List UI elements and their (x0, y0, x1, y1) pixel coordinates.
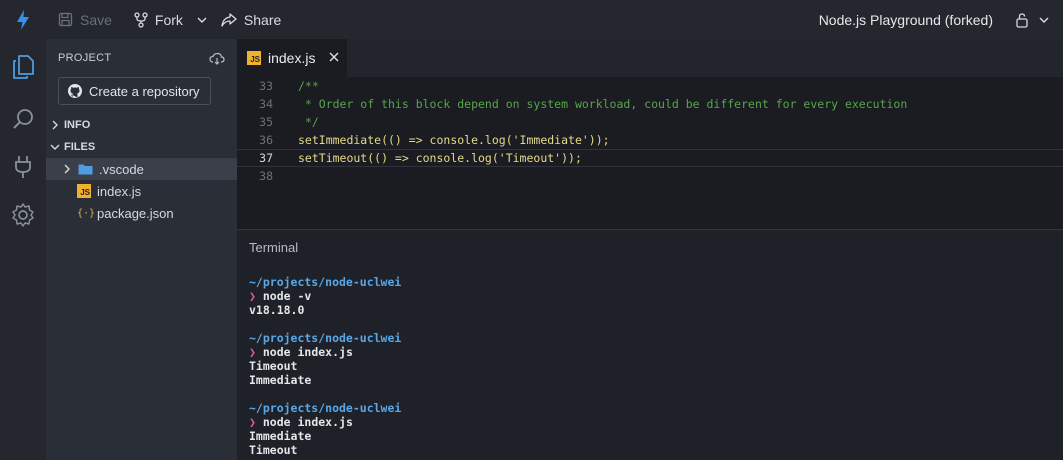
cloud-download-icon[interactable] (209, 52, 225, 65)
code-line: 33 /** (237, 77, 1063, 95)
code-text: setTimeout(() => console.log('Timeout'))… (298, 151, 582, 165)
line-number: 33 (259, 79, 273, 93)
terminal-command-line: ❯ node index.js (249, 345, 401, 359)
terminal-panel[interactable]: Terminal ~/projects/node-uclwei ❯ node -… (237, 229, 1063, 460)
terminal-path: ~/projects/node-uclwei (249, 401, 402, 415)
javascript-file-icon: JS (247, 51, 261, 65)
create-repository-label: Create a repository (89, 83, 200, 99)
editor-tab-bar: JS index.js (237, 39, 1063, 77)
terminal-output-line: Timeout (249, 359, 298, 373)
json-file-icon: {·} (77, 207, 96, 219)
lightning-logo-icon[interactable] (0, 0, 46, 39)
terminal-title: Terminal (249, 240, 299, 255)
line-number: 36 (259, 133, 273, 147)
code-text: */ (298, 115, 319, 129)
code-line: 35 */ (237, 113, 1063, 131)
terminal-output-line: Immediate (249, 429, 312, 443)
line-number: 35 (259, 115, 273, 129)
github-icon (68, 84, 82, 98)
tab-label: index.js (268, 50, 316, 66)
fork-label: Fork (154, 11, 183, 28)
code-line: 38 (237, 167, 1063, 185)
save-button[interactable]: Save (50, 0, 120, 39)
share-icon (221, 12, 237, 27)
line-number: 38 (259, 169, 273, 183)
terminal-path: ~/projects/node-uclwei (249, 331, 402, 345)
share-label: Share (243, 11, 282, 28)
file-explorer-sidebar: PROJECT Create a repository INFO FILES .… (46, 39, 237, 460)
terminal-command-line: ❯ node index.js (249, 415, 401, 429)
prompt-icon: ❯ (249, 345, 256, 359)
terminal-output-line: v18.18.0 (249, 303, 305, 317)
info-section-label: INFO (64, 119, 91, 131)
terminal-command: node index.js (262, 415, 353, 429)
code-text: setImmediate(() => console.log('Immediat… (298, 133, 610, 147)
project-title[interactable]: Node.js Playground (forked) (819, 12, 993, 28)
terminal-output-line: Timeout (249, 443, 298, 457)
tab-index-js[interactable]: JS index.js (237, 39, 347, 77)
tree-folder-vscode[interactable]: .vscode (46, 158, 237, 180)
create-repository-button[interactable]: Create a repository (58, 77, 211, 105)
terminal-output: ~/projects/node-uclwei ❯ node -v v18.18.… (249, 275, 401, 457)
lock-icon[interactable] (1015, 12, 1029, 28)
stackblitz-editor: Save Fork Share Node.js Playground (fork… (0, 0, 1063, 460)
terminal-command: node index.js (262, 345, 353, 359)
explorer-files-icon[interactable] (0, 39, 46, 95)
line-number: 34 (259, 97, 273, 111)
terminal-output-line: Immediate (249, 373, 312, 387)
code-line-current: 37 setTimeout(() => console.log('Timeout… (237, 149, 1063, 167)
code-editor[interactable]: 33 /** 34 * Order of this block depend o… (237, 77, 1063, 229)
save-label: Save (80, 11, 112, 28)
close-icon[interactable] (327, 50, 341, 64)
chevron-down-icon (197, 17, 207, 23)
fork-options-button[interactable] (191, 0, 213, 39)
files-section-toggle[interactable]: FILES (46, 136, 237, 158)
terminal-path: ~/projects/node-uclwei (249, 275, 402, 289)
chevron-right-icon (64, 164, 70, 174)
chevron-down-icon[interactable] (1039, 15, 1049, 25)
javascript-file-icon: JS (77, 184, 91, 198)
search-icon[interactable] (0, 95, 46, 143)
prompt-icon: ❯ (249, 415, 256, 429)
line-number: 37 (259, 151, 273, 165)
tree-item-label: package.json (97, 205, 174, 221)
share-button[interactable]: Share (213, 0, 289, 39)
tree-item-label: .vscode (99, 161, 144, 177)
code-text: /** (298, 79, 319, 93)
code-line: 36 setImmediate(() => console.log('Immed… (237, 131, 1063, 149)
tree-file-package-json[interactable]: {·} package.json (46, 202, 237, 224)
folder-icon (78, 164, 93, 175)
chevron-down-icon (50, 144, 60, 150)
project-info: Node.js Playground (forked) (819, 0, 1049, 39)
save-icon (58, 12, 73, 27)
fork-icon (134, 11, 148, 28)
code-line: 34 * Order of this block depend on syste… (237, 95, 1063, 113)
info-section-toggle[interactable]: INFO (46, 114, 237, 136)
prompt-icon: ❯ (249, 289, 256, 303)
sidebar-title: PROJECT (58, 52, 112, 64)
top-bar: Save Fork Share Node.js Playground (fork… (0, 0, 1063, 39)
terminal-command-line: ❯ node -v (249, 289, 401, 303)
files-section-label: FILES (64, 141, 96, 153)
code-text: * Order of this block depend on system w… (298, 97, 908, 111)
settings-gear-icon[interactable] (0, 191, 46, 239)
fork-button[interactable]: Fork (126, 0, 191, 39)
activity-bar (0, 39, 46, 460)
plug-icon[interactable] (0, 143, 46, 191)
chevron-right-icon (52, 120, 58, 130)
tree-file-index-js[interactable]: JS index.js (46, 180, 237, 202)
sidebar-header: PROJECT (46, 39, 237, 77)
tree-item-label: index.js (97, 183, 142, 199)
terminal-command: node -v (262, 289, 312, 303)
